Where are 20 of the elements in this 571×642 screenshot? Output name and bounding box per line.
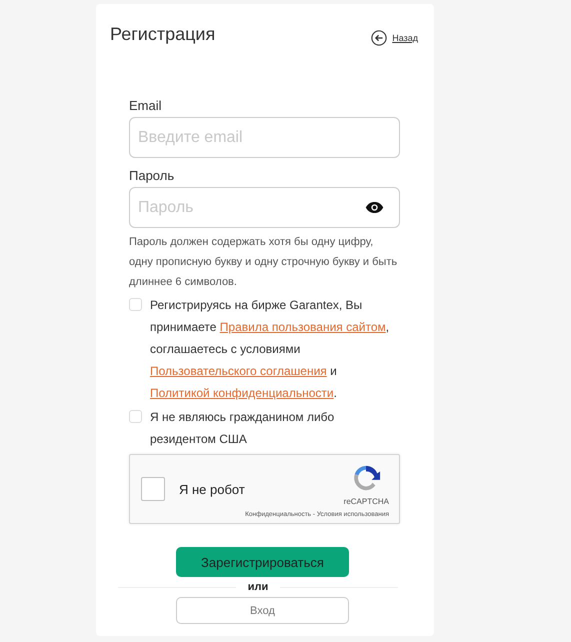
eye-icon[interactable] bbox=[365, 201, 384, 214]
login-button[interactable]: Вход bbox=[176, 597, 349, 624]
password-hint: Пароль должен содержать хотя бы одну цифру, одну прописную букву и одну строчную букву и быть длиннее 6 символов. bbox=[129, 235, 398, 290]
divider-text: или bbox=[248, 581, 268, 593]
terms-link[interactable]: Пользовательского соглашения bbox=[150, 364, 327, 378]
captcha-checkbox[interactable] bbox=[141, 477, 165, 501]
email-label: Email bbox=[129, 98, 163, 113]
terms-link[interactable]: Правила пользования сайтом bbox=[220, 320, 386, 334]
back-link[interactable]: Назад bbox=[371, 30, 418, 46]
checkbox-label: Я не являюсь гражданином либо резидентом США bbox=[150, 409, 336, 448]
checkbox[interactable] bbox=[129, 298, 142, 311]
register-button[interactable]: Зарегистрироваться bbox=[176, 547, 349, 577]
password-label: Пароль bbox=[129, 168, 176, 183]
captcha-label: Я не робот bbox=[179, 482, 245, 496]
page-title: Регистрация bbox=[110, 24, 216, 44]
recaptcha-brand: reCAPTCHA bbox=[344, 497, 389, 506]
terms-link[interactable]: Политикой конфиденциальности bbox=[150, 386, 334, 400]
agreement-text: Регистрируясь на бирже Garantex, Вы принимаете Правила пользования сайтом, соглашаетесь с условиями Пользовательского соглашения и Политикой конфиденциальности. bbox=[150, 297, 390, 402]
checkbox[interactable] bbox=[129, 410, 142, 423]
recaptcha-logo-icon bbox=[351, 463, 382, 493]
